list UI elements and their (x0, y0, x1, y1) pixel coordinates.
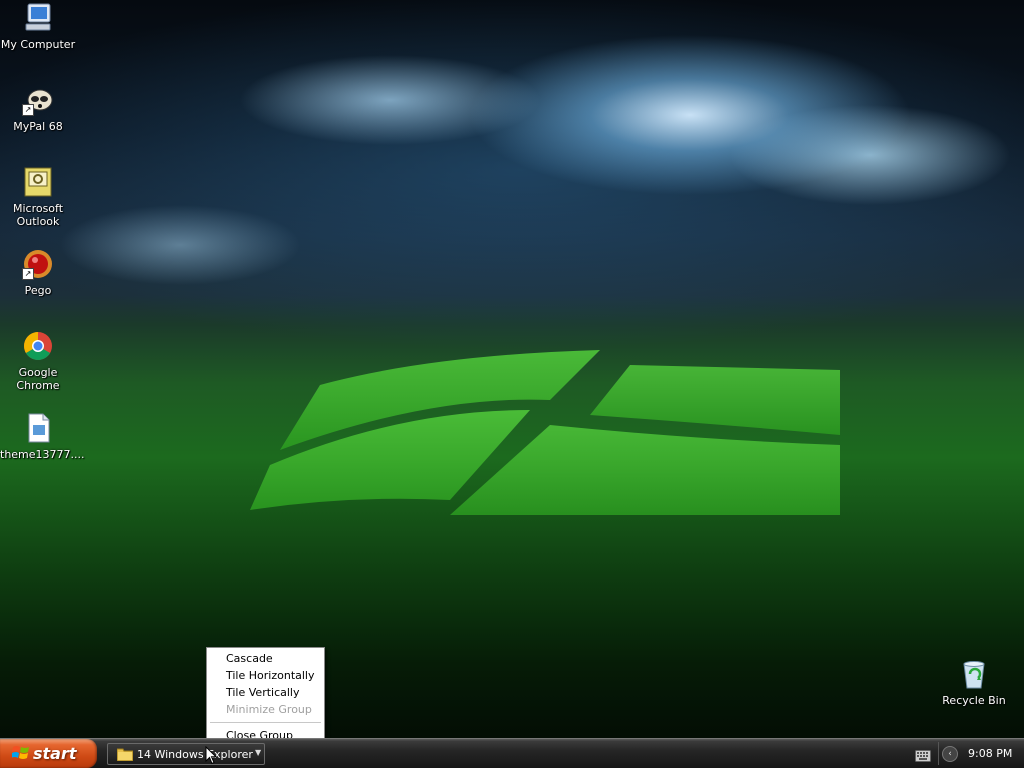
taskbar-group-windows-explorer[interactable]: 14 Windows Explorer ▼ (107, 743, 265, 765)
dropdown-arrow-icon: ▼ (255, 748, 262, 757)
my-computer-icon (22, 2, 54, 34)
mypal-icon: ↗ (22, 84, 54, 116)
document-icon (22, 412, 54, 444)
pego-icon: ↗ (22, 248, 54, 280)
desktop-icon-my-computer[interactable]: My Computer (0, 2, 76, 51)
desktop[interactable]: My Computer ↗ MyPal 68 Microsoft Outlook (0, 0, 1024, 738)
menu-item-tile-vertically[interactable]: Tile Vertically (207, 684, 324, 701)
taskbar-group-context-menu: Cascade Tile Horizontally Tile Verticall… (206, 647, 325, 738)
keyboard-icon[interactable] (915, 747, 931, 766)
windows-logo-wallpaper (250, 350, 840, 515)
desktop-icon-label: My Computer (0, 38, 76, 51)
windows-flag-icon (11, 745, 30, 765)
desktop-icon-mypal[interactable]: ↗ MyPal 68 (0, 84, 76, 133)
menu-item-tile-horizontally[interactable]: Tile Horizontally (207, 667, 324, 684)
menu-item-cascade[interactable]: Cascade (207, 650, 324, 667)
taskbar: start 14 Windows Explorer ▼ ‹ 9:08 PM (0, 738, 1024, 768)
clock[interactable]: 9:08 PM (968, 747, 1012, 760)
desktop-icon-chrome[interactable]: Google Chrome (0, 330, 76, 392)
shortcut-arrow-icon: ↗ (22, 104, 34, 116)
shortcut-arrow-icon: ↗ (22, 268, 34, 280)
chevron-left-icon[interactable]: ‹ (942, 746, 958, 762)
desktop-icon-theme-file[interactable]: theme13777.... (0, 412, 85, 461)
desktop-icon-recycle-bin[interactable]: Recycle Bin (936, 658, 1012, 707)
desktop-icon-label: Recycle Bin (942, 694, 1006, 707)
menu-item-close-group[interactable]: Close Group (207, 727, 324, 738)
chrome-icon (22, 330, 54, 362)
start-button[interactable]: start (0, 739, 97, 768)
desktop-icon-outlook[interactable]: Microsoft Outlook (0, 166, 76, 228)
desktop-icon-label: Microsoft Outlook (12, 202, 64, 228)
folder-icon (116, 747, 134, 764)
desktop-icon-pego[interactable]: ↗ Pego (0, 248, 76, 297)
system-tray: ‹ 9:08 PM (910, 739, 1024, 768)
desktop-icon-label: Google Chrome (16, 366, 60, 392)
desktop-icon-label: Pego (24, 284, 52, 297)
tray-divider (938, 742, 939, 765)
menu-item-minimize-group: Minimize Group (226, 703, 312, 716)
desktop-icon-label: theme13777.... (0, 448, 85, 461)
desktop-icon-label: MyPal 68 (13, 120, 63, 133)
outlook-icon (22, 166, 54, 198)
menu-separator (210, 722, 321, 723)
task-button-label: 14 Windows Explorer (137, 748, 253, 761)
recycle-bin-icon (958, 658, 990, 690)
start-label: start (33, 744, 77, 763)
